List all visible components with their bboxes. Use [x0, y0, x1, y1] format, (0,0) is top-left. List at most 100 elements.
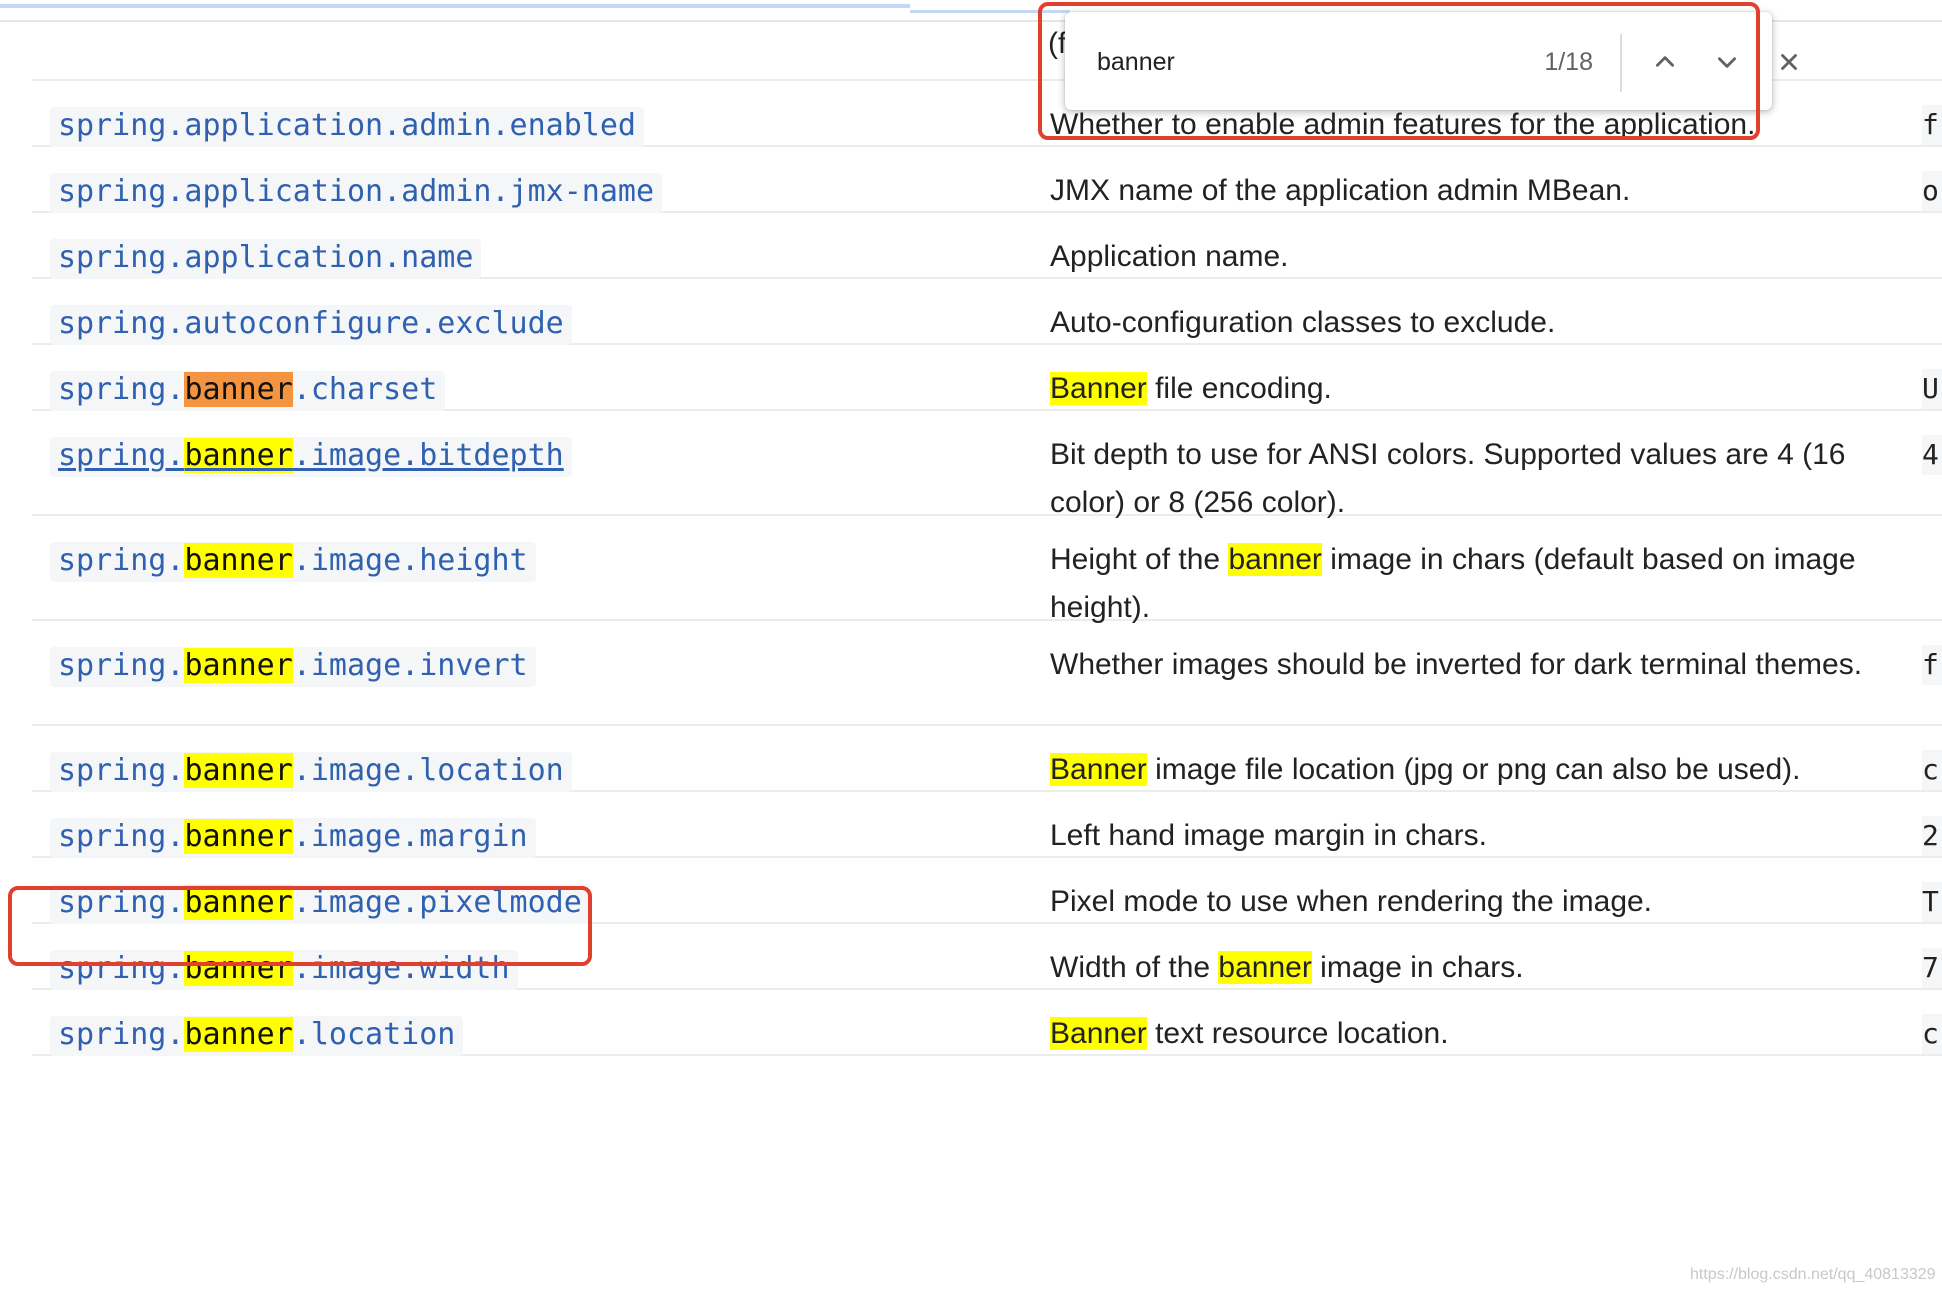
table-row: spring.banner.image.bitdepth Bit depth to…: [32, 411, 1942, 519]
property-default-value: 4: [1922, 435, 1942, 475]
property-default-value: f: [1922, 645, 1942, 685]
property-description: Pixel mode to use when rendering the ima…: [1050, 878, 1910, 926]
description-text-segment: Width of the: [1050, 951, 1219, 984]
property-key: spring.banner.image.margin: [50, 818, 536, 858]
key-text-segment: spring.application.admin.enabled: [58, 108, 636, 143]
description-text-segment: Whether to enable admin features for the…: [1050, 108, 1756, 141]
property-key: spring.banner.image.width: [50, 950, 518, 990]
property-key: spring.banner.location: [50, 1016, 464, 1056]
property-key-cell: spring.banner.charset: [50, 371, 446, 411]
table-row: spring.banner.location Banner text resour…: [32, 990, 1942, 1056]
property-description: JMX name of the application admin MBean.: [1050, 167, 1910, 215]
chevron-down-icon: [1718, 57, 1736, 68]
property-key: spring.banner.image.invert: [50, 647, 536, 687]
description-text-segment: Auto-configuration classes to exclude.: [1050, 306, 1556, 339]
table-row: spring.application.name Application name.: [32, 213, 1942, 279]
property-default-value: T: [1922, 882, 1942, 922]
table-row: spring.banner.image.width Width of the ba…: [32, 924, 1942, 990]
key-text-segment: spring.application.admin.jmx-name: [58, 174, 655, 209]
key-text-segment: spring.: [58, 753, 185, 788]
property-default-value: f: [1922, 105, 1942, 145]
property-default-value: U: [1922, 369, 1942, 409]
property-description: Banner text resource location.: [1050, 1010, 1910, 1058]
property-description: Left hand image margin in chars.: [1050, 812, 1910, 860]
key-text-segment: spring.: [58, 438, 185, 473]
property-description: Height of the banner image in chars (def…: [1050, 536, 1910, 632]
match-highlight: banner: [1228, 543, 1322, 576]
match-highlight: banner: [184, 819, 293, 854]
property-description: Auto-configuration classes to exclude.: [1050, 299, 1910, 347]
property-description: Banner image file location (jpg or png c…: [1050, 746, 1910, 794]
match-highlight: Banner: [1050, 372, 1147, 405]
property-key: spring.banner.charset: [50, 371, 446, 411]
key-text-segment: spring.autoconfigure.exclude: [58, 306, 564, 341]
property-key-cell: spring.application.admin.jmx-name: [50, 173, 663, 213]
property-key-cell: spring.banner.image.margin: [50, 818, 536, 858]
close-icon: [1781, 54, 1797, 70]
key-text-segment: .location: [292, 1017, 456, 1052]
table-row: spring.banner.image.height Height of the …: [32, 516, 1942, 624]
description-text-segment: Left hand image margin in chars.: [1050, 819, 1487, 852]
description-text-segment: Application name.: [1050, 240, 1289, 273]
key-text-segment: .charset: [292, 372, 438, 407]
key-text-segment: spring.: [58, 885, 185, 920]
key-text-segment: .image.height: [292, 543, 528, 578]
chevron-up-icon: [1656, 56, 1674, 67]
find-close-button[interactable]: [1767, 40, 1811, 84]
property-default-value: 2: [1922, 816, 1942, 856]
table-row: spring.application.admin.jmx-name JMX nam…: [32, 147, 1942, 213]
property-key: spring.banner.image.pixelmode: [50, 884, 590, 924]
match-highlight: banner: [184, 1017, 293, 1052]
property-key: spring.application.admin.enabled: [50, 107, 644, 147]
property-key: spring.banner.image.location: [50, 752, 572, 792]
property-key-cell: spring.application.admin.enabled: [50, 107, 644, 147]
description-text-segment: image in chars.: [1311, 951, 1524, 984]
key-text-segment: spring.: [58, 1017, 185, 1052]
property-description: Whether images should be inverted for da…: [1050, 641, 1910, 689]
key-text-segment: .image.margin: [292, 819, 528, 854]
current-match-highlight: banner: [184, 372, 293, 407]
property-key-cell: spring.banner.image.height: [50, 542, 536, 582]
find-input[interactable]: [1097, 42, 1427, 82]
property-key-cell: spring.banner.location: [50, 1016, 464, 1056]
load-progress-bar-tail: [910, 10, 1070, 13]
description-text-segment: JMX name of the application admin MBean.: [1050, 174, 1631, 207]
key-text-segment: spring.: [58, 819, 185, 854]
match-highlight: banner: [1218, 951, 1312, 984]
property-description: Banner file encoding.: [1050, 365, 1910, 413]
description-text-segment: Height of the: [1050, 543, 1229, 576]
key-text-segment: spring.: [58, 648, 185, 683]
table-row: spring.banner.charset Banner file encodin…: [32, 345, 1942, 411]
property-key: spring.application.admin.jmx-name: [50, 173, 663, 213]
key-text-segment: spring.: [58, 951, 185, 986]
property-key-cell: spring.banner.image.invert: [50, 647, 536, 687]
key-text-segment: spring.: [58, 543, 185, 578]
description-text-segment: image file location (jpg or png can also…: [1146, 753, 1801, 786]
description-text-segment: Bit depth to use for ANSI colors. Suppor…: [1050, 438, 1846, 519]
table-row: spring.banner.image.invert Whether images…: [32, 621, 1942, 726]
key-text-segment: .image.pixelmode: [292, 885, 582, 920]
property-default-value: c: [1922, 1014, 1942, 1054]
key-text-segment: .image.width: [292, 951, 510, 986]
description-text-segment: Pixel mode to use when rendering the ima…: [1050, 885, 1653, 918]
property-key-cell: spring.banner.image.pixelmode: [50, 884, 590, 924]
match-highlight: banner: [184, 753, 293, 788]
key-text-segment: spring.: [58, 372, 185, 407]
match-highlight: Banner: [1050, 1017, 1147, 1050]
match-highlight: banner: [184, 438, 293, 473]
property-key[interactable]: spring.banner.image.bitdepth: [50, 437, 572, 477]
property-default-value: 7: [1922, 948, 1942, 988]
watermark-text: https://blog.csdn.net/qq_40813329: [1690, 1266, 1936, 1283]
key-text-segment: .image.bitdepth: [292, 438, 564, 473]
description-text-segment: text resource location.: [1146, 1017, 1449, 1050]
property-key-cell: spring.application.name: [50, 239, 482, 279]
find-bar: 1/18: [1065, 12, 1797, 110]
key-text-segment: .image.invert: [292, 648, 528, 683]
property-key-cell: spring.banner.image.location: [50, 752, 572, 792]
find-match-count: 1/18: [1544, 48, 1593, 76]
property-key: spring.banner.image.height: [50, 542, 536, 582]
property-key-cell: spring.banner.image.width: [50, 950, 518, 990]
property-key-cell: spring.autoconfigure.exclude: [50, 305, 572, 345]
find-next-button[interactable]: [1705, 40, 1749, 84]
find-prev-button[interactable]: [1643, 40, 1687, 84]
